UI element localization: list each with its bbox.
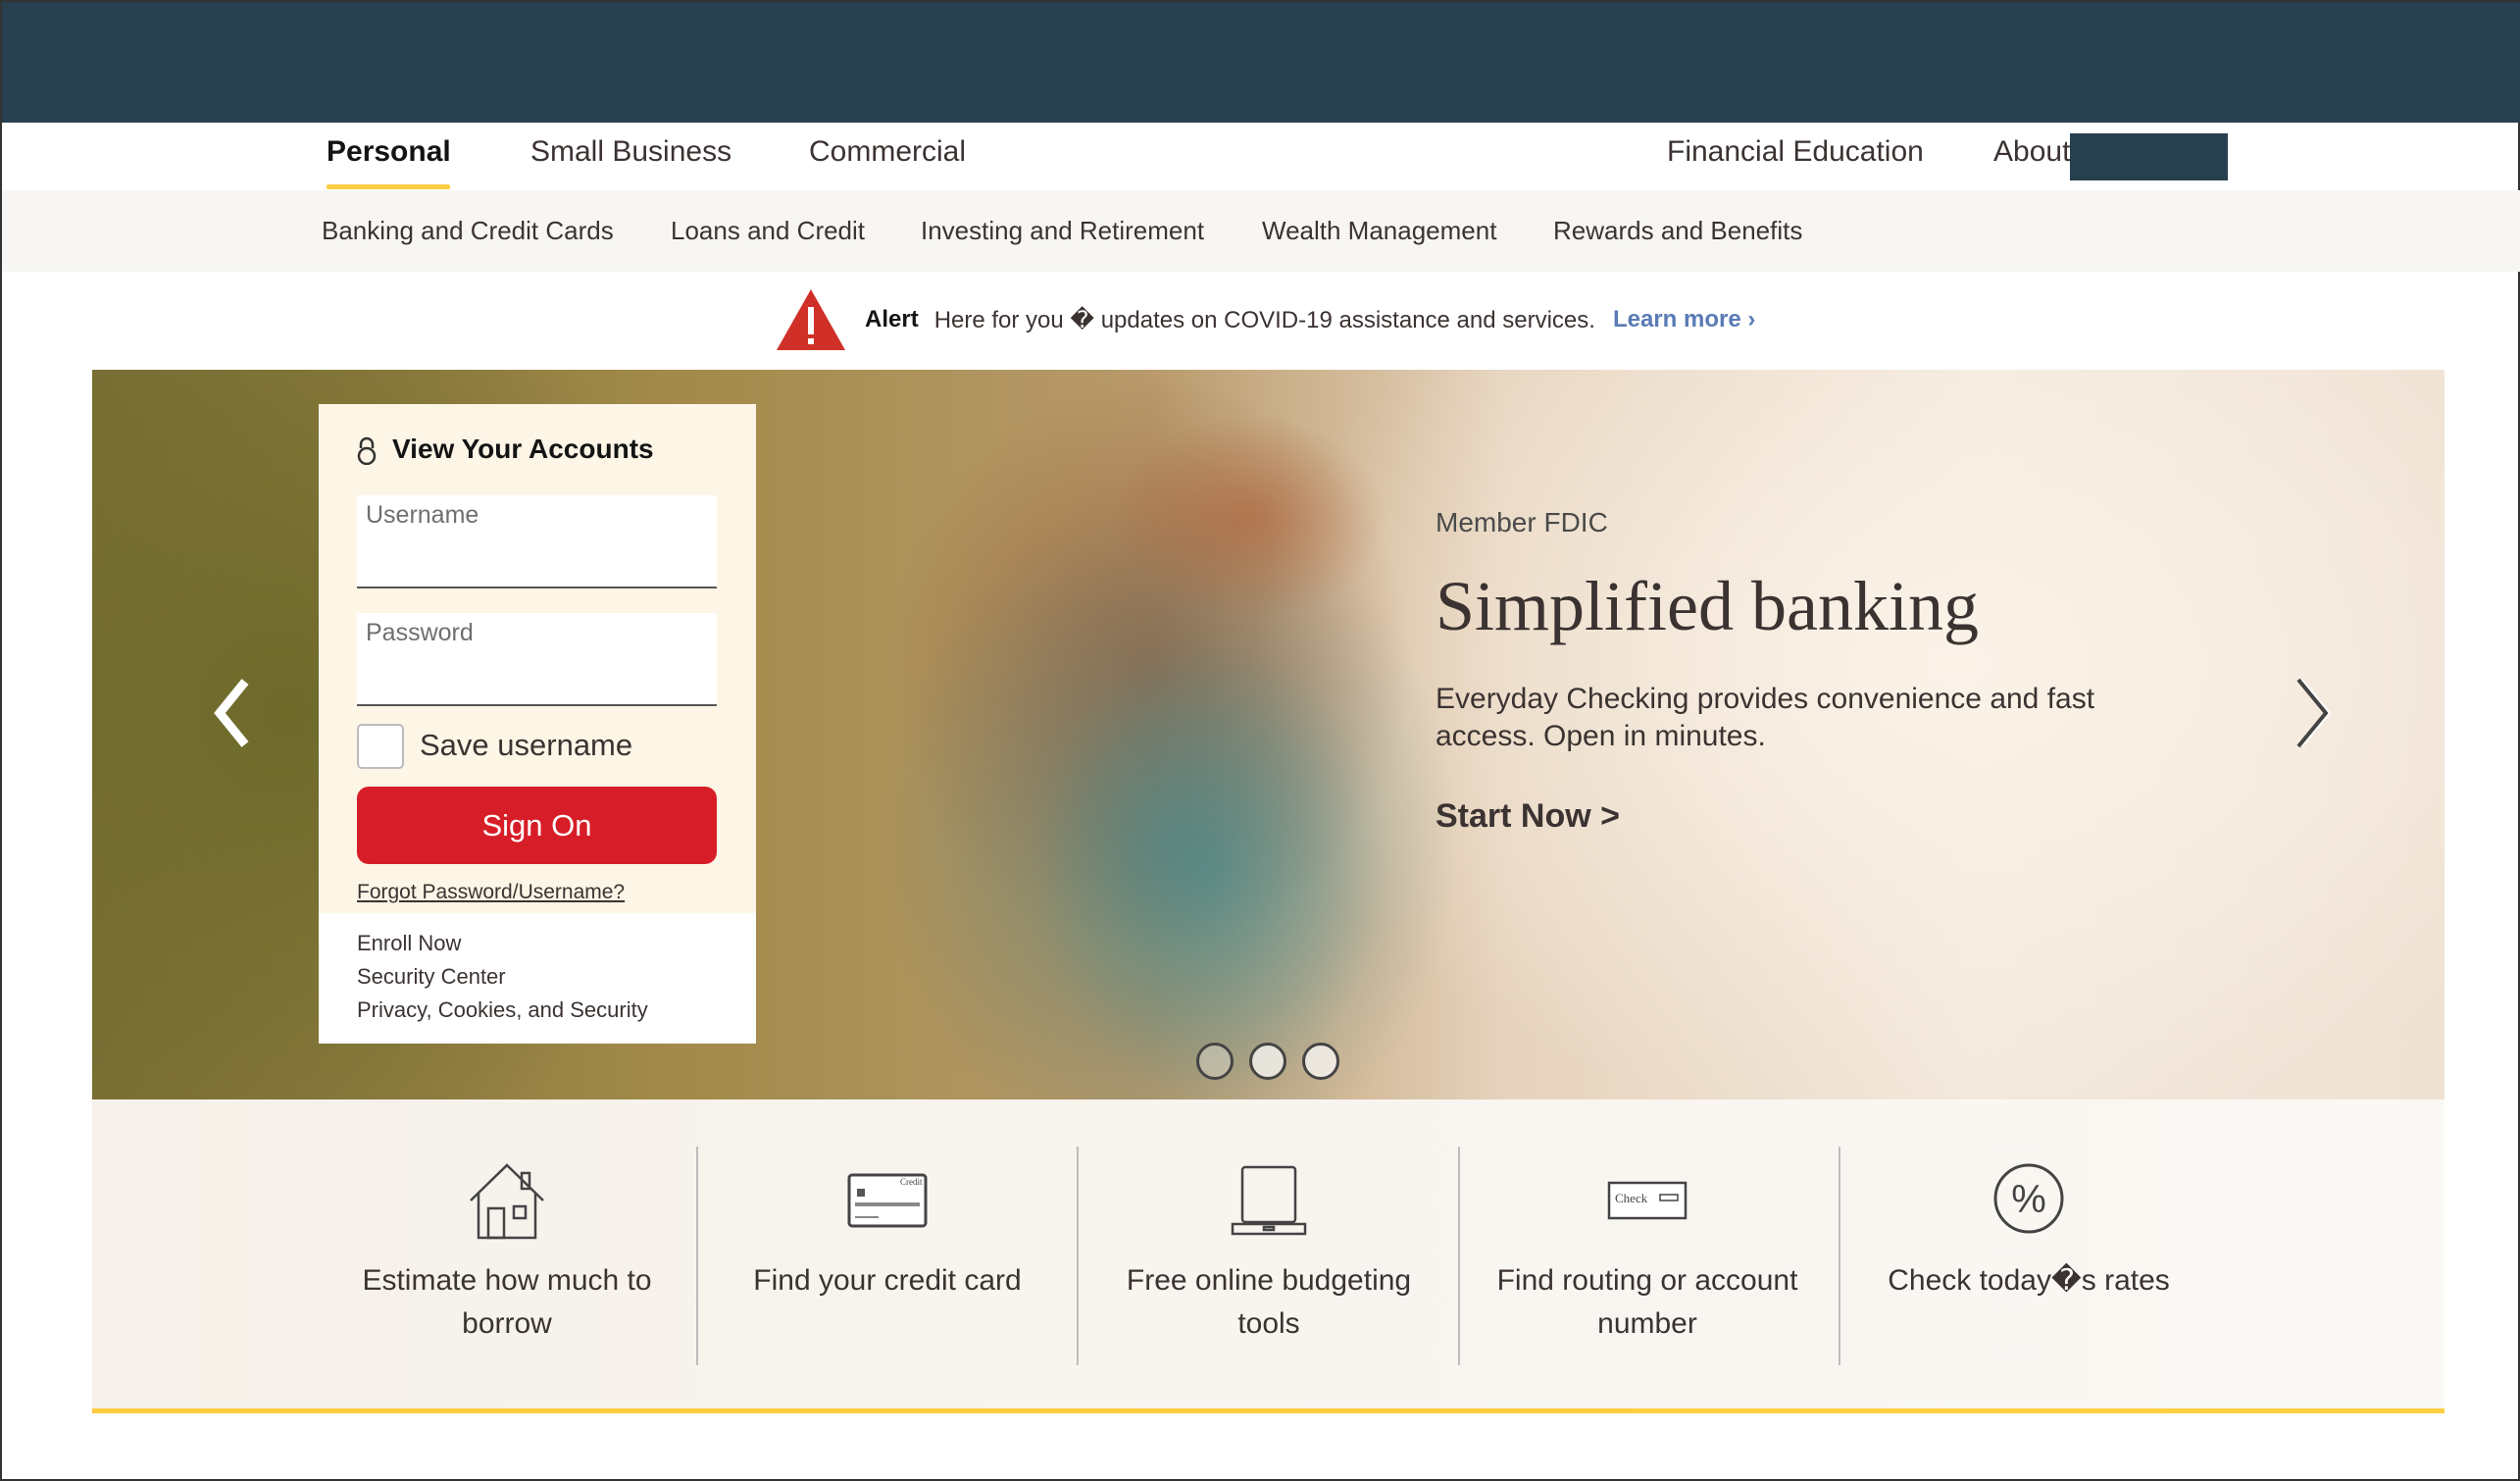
chevron-right-icon: ›: [1747, 306, 1756, 332]
learn-more-link[interactable]: Learn more ›: [1613, 306, 1755, 333]
privacy-cookies-security-link[interactable]: Privacy, Cookies, and Security: [357, 997, 648, 1023]
carousel-dot-1[interactable]: [1196, 1043, 1234, 1080]
top-header-bar: [2, 2, 2520, 123]
quick-link-rates[interactable]: % Check today�s rates: [1862, 1159, 2195, 1302]
security-center-link[interactable]: Security Center: [357, 964, 506, 990]
hero-description: Everyday Checking provides convenience a…: [1436, 683, 2095, 752]
carousel-dot-2[interactable]: [1249, 1043, 1286, 1080]
credit-card-icon: Credit: [847, 1173, 928, 1228]
active-tab-indicator: [327, 184, 450, 189]
learn-more-label: Learn more: [1612, 306, 1741, 332]
divider: [1839, 1147, 1840, 1365]
subnav-wealth-management[interactable]: Wealth Management: [1262, 216, 1496, 246]
subnav-rewards-benefits[interactable]: Rewards and Benefits: [1553, 216, 1802, 246]
tab-personal[interactable]: Personal: [327, 135, 451, 169]
quick-link-label: Estimate how much to borrow: [362, 1264, 652, 1340]
carousel-dot-3[interactable]: [1302, 1043, 1339, 1080]
divider: [1077, 1147, 1079, 1365]
laptop-icon: [1231, 1165, 1307, 1236]
username-input[interactable]: Username: [357, 495, 717, 588]
chevron-left-icon[interactable]: [210, 674, 259, 752]
svg-text:Check: Check: [1615, 1191, 1648, 1205]
chevron-right-icon[interactable]: [2289, 674, 2338, 752]
username-placeholder: Username: [366, 501, 479, 529]
quick-link-budgeting-tools[interactable]: Free online budgeting tools: [1102, 1159, 1436, 1346]
quick-link-estimate-borrow[interactable]: Estimate how much to borrow: [340, 1159, 674, 1346]
quick-link-label: Find routing or account number: [1496, 1264, 1798, 1340]
divider: [696, 1147, 698, 1365]
subnav-investing-retirement[interactable]: Investing and Retirement: [921, 216, 1204, 246]
quick-link-routing-number[interactable]: Check Find routing or account number: [1481, 1159, 1814, 1346]
save-username-label[interactable]: Save username: [420, 728, 632, 763]
quick-link-credit-card[interactable]: Credit Find your credit card: [721, 1159, 1054, 1302]
redacted-nav-box: [2070, 133, 2228, 180]
quick-link-label: Find your credit card: [753, 1264, 1022, 1297]
svg-text:%: %: [2011, 1178, 2046, 1221]
check-icon: Check: [1607, 1181, 1688, 1220]
forgot-password-link[interactable]: Forgot Password/Username?: [357, 881, 625, 904]
start-now-link[interactable]: Start Now >: [1436, 797, 1620, 836]
password-input[interactable]: Password: [357, 613, 717, 706]
alert-message: Here for you � updates on COVID-19 assis…: [933, 306, 1595, 333]
warning-triangle-icon: [777, 289, 845, 350]
nav-financial-education[interactable]: Financial Education: [1667, 135, 1924, 169]
hero-photo: [955, 399, 1504, 1099]
sign-on-label: Sign On: [481, 807, 592, 843]
member-fdic: Member FDIC: [1436, 507, 1608, 537]
accent-line: [92, 1408, 2444, 1413]
quick-link-label: Check today�s rates: [1888, 1264, 2170, 1297]
subnav-banking-credit-cards[interactable]: Banking and Credit Cards: [322, 216, 614, 246]
sign-on-button[interactable]: Sign On: [357, 787, 717, 864]
save-username-checkbox[interactable]: [357, 724, 404, 769]
login-title: View Your Accounts: [392, 434, 654, 464]
lock-icon: [357, 436, 377, 465]
password-placeholder: Password: [366, 619, 474, 646]
percent-icon: %: [1993, 1163, 2064, 1234]
svg-text:Credit: Credit: [900, 1177, 923, 1187]
login-panel: View Your Accounts Username Password Sav…: [319, 404, 756, 1044]
hero-headline: Simplified banking: [1436, 567, 1979, 645]
alert-banner: Alert Here for you � updates on COVID-19…: [775, 288, 1755, 351]
divider: [1458, 1147, 1460, 1365]
nav-about[interactable]: About: [1993, 135, 2070, 169]
subnav-loans-credit[interactable]: Loans and Credit: [671, 216, 865, 246]
alert-label: Alert: [865, 306, 919, 332]
enroll-now-link[interactable]: Enroll Now: [357, 931, 461, 956]
house-icon: [470, 1163, 544, 1240]
tab-commercial[interactable]: Commercial: [809, 135, 966, 169]
tab-small-business[interactable]: Small Business: [530, 135, 731, 169]
quick-link-label: Free online budgeting tools: [1126, 1264, 1412, 1340]
